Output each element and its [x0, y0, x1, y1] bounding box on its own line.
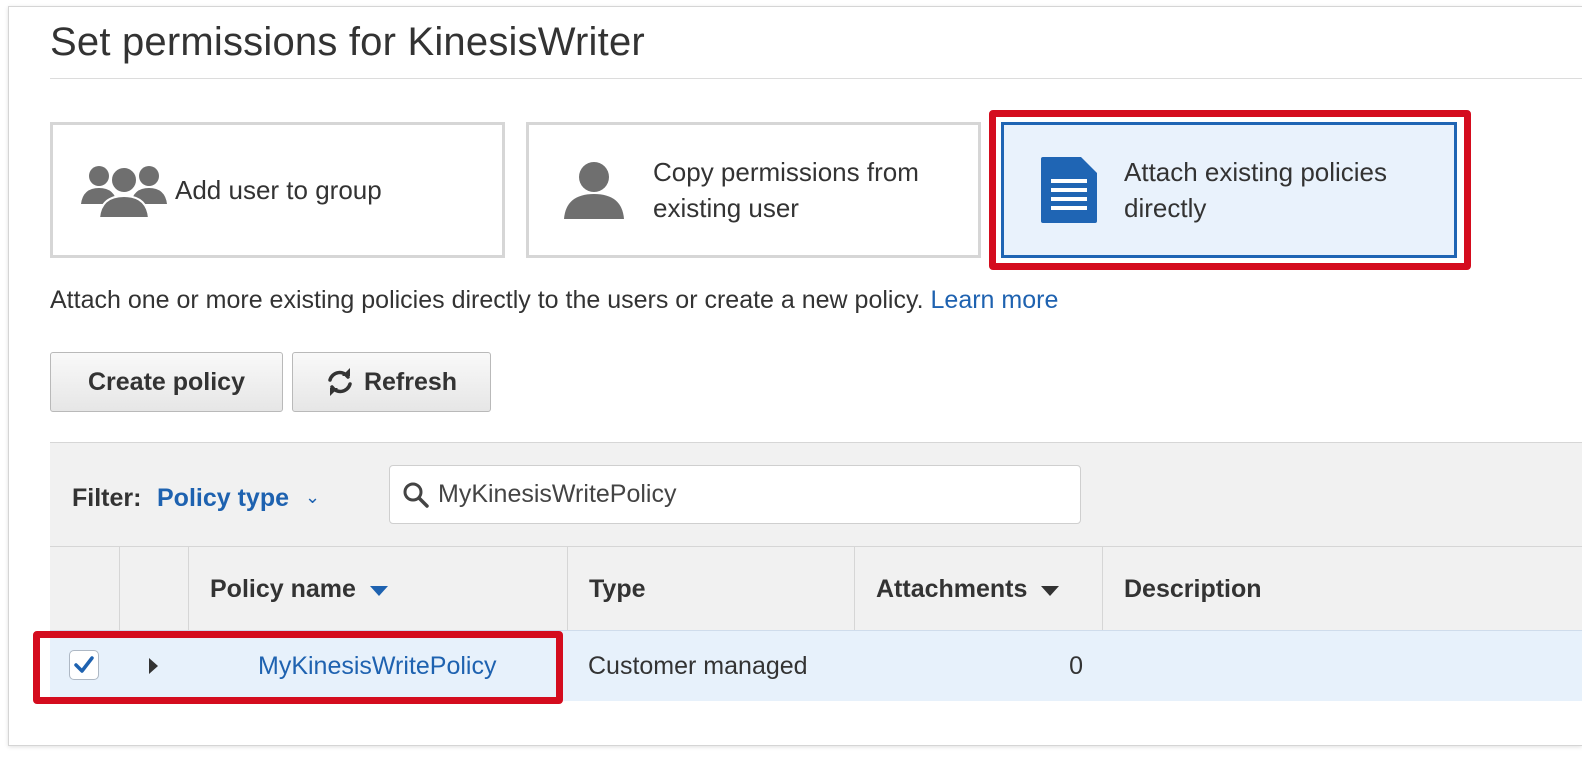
- document-icon: [1039, 155, 1099, 225]
- filter-label: Filter:: [72, 484, 142, 512]
- policy-name-cell[interactable]: MyKinesisWritePolicy: [258, 631, 496, 701]
- title-divider: [50, 78, 1582, 79]
- select-column-header: [50, 547, 120, 631]
- chevron-down-icon: ⌄: [305, 487, 321, 507]
- expand-column-header: [120, 547, 189, 631]
- copy-permissions-option[interactable]: Copy permissions from existing user: [526, 122, 981, 258]
- refresh-icon: [328, 368, 352, 396]
- row-checkbox[interactable]: [69, 650, 99, 680]
- option-label: Copy permissions from existing user: [653, 157, 919, 223]
- policy-type-dropdown[interactable]: Policy type ⌄: [157, 484, 320, 513]
- policy-table-panel: Filter: Policy type⌄ Policy name Type At…: [50, 442, 1582, 701]
- table-row[interactable]: MyKinesisWritePolicy Customer managed 0: [50, 630, 1582, 701]
- checkmark-icon: [74, 656, 94, 673]
- users-group-icon: [79, 160, 169, 220]
- sort-caret-icon: [1041, 586, 1060, 596]
- type-cell: Customer managed: [588, 651, 808, 680]
- search-icon: [403, 482, 429, 508]
- learn-more-link[interactable]: Learn more: [931, 286, 1059, 314]
- expand-row-icon[interactable]: [149, 658, 158, 674]
- user-icon: [563, 160, 625, 220]
- search-input[interactable]: [436, 479, 1060, 510]
- option-label: Attach existing policies directly: [1124, 157, 1388, 223]
- policy-name-link[interactable]: MyKinesisWritePolicy: [258, 652, 496, 681]
- description-text: Attach one or more existing policies dir…: [50, 286, 1059, 314]
- column-type[interactable]: Type: [568, 547, 855, 631]
- column-description[interactable]: Description: [1103, 547, 1582, 631]
- attach-existing-policies-option[interactable]: Attach existing policies directly: [1001, 122, 1457, 258]
- add-user-to-group-option[interactable]: Add user to group: [50, 122, 505, 258]
- attachments-cell: 0: [1069, 651, 1083, 680]
- refresh-label: Refresh: [363, 367, 458, 396]
- create-policy-button[interactable]: Create policy: [50, 352, 283, 412]
- refresh-button[interactable]: Refresh: [292, 352, 491, 412]
- column-policy-name[interactable]: Policy name: [189, 547, 568, 631]
- page-title: Set permissions for KinesisWriter: [50, 20, 645, 64]
- table-header: Policy name Type Attachments Description: [50, 546, 1582, 631]
- sort-caret-icon: [369, 586, 388, 596]
- policy-search-field[interactable]: [389, 465, 1081, 524]
- column-attachments[interactable]: Attachments: [855, 547, 1103, 631]
- option-label: Add user to group: [175, 175, 382, 205]
